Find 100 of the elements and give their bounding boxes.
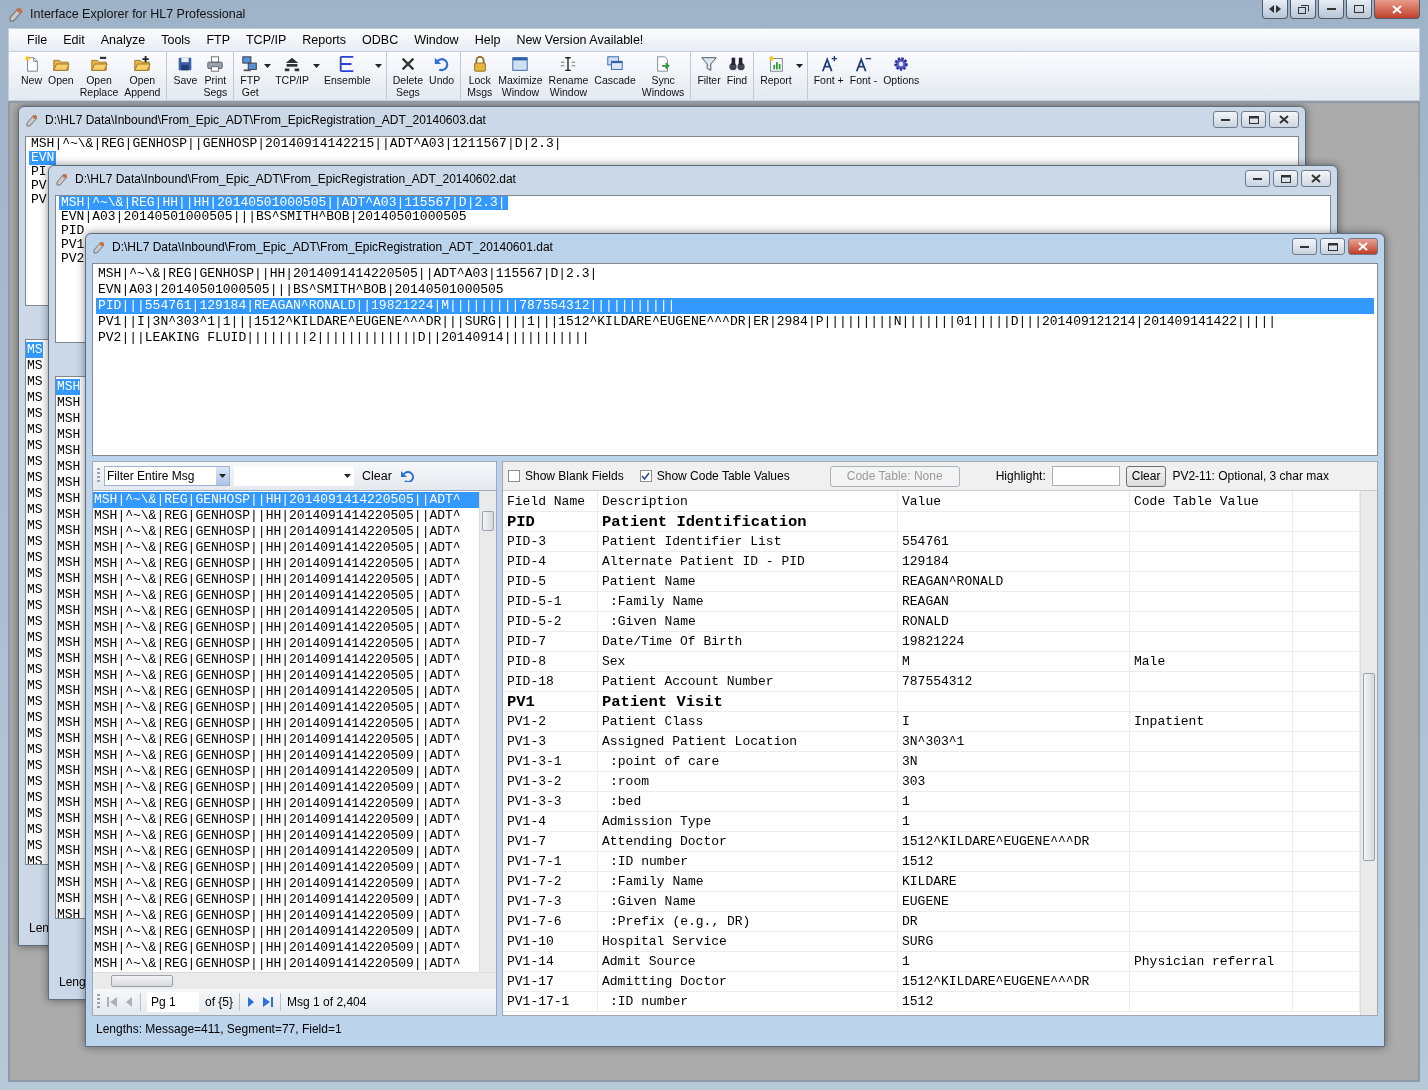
toolbar-button[interactable]: Font + [810, 54, 847, 87]
toolbar-button[interactable]: Undo [426, 54, 458, 87]
checkbox[interactable]: Show Code Table Values [639, 469, 790, 483]
menu-item[interactable]: Reports [294, 30, 355, 50]
toolbar-button[interactable]: Open [45, 54, 77, 87]
message-row[interactable]: MSH|^~\&|REG|GENHOSP||HH|2014091414220505||ADT^ [93, 636, 479, 652]
message-row[interactable]: MSH [56, 715, 81, 731]
toolbar-button[interactable]: Options [880, 54, 923, 87]
message-row[interactable]: MSH|^~\&|REG|GENHOSP||HH|2014091414220505||ADT^ [93, 572, 479, 588]
message-row[interactable]: MSH|^~\&|REG|GENHOSP||HH|2014091414220509||ADT^ [93, 764, 479, 780]
message-row[interactable]: MS [26, 470, 43, 486]
message-row[interactable]: MSH|^~\&|REG|GENHOSP||HH|2014091414220505||ADT^ [93, 508, 479, 524]
message-row[interactable]: MS [26, 790, 43, 806]
message-row[interactable]: MSH|^~\&|REG|GENHOSP||HH|2014091414220505||ADT^ [93, 684, 479, 700]
close-button[interactable] [1374, 0, 1420, 19]
toolbar-button[interactable]: New [18, 54, 45, 87]
message-row[interactable]: MSH [56, 875, 81, 891]
message-row[interactable]: MS [26, 726, 43, 742]
toolbar-button[interactable]: Maximize Window [495, 54, 546, 99]
segment-line[interactable]: PV [29, 179, 49, 193]
message-row[interactable]: MSH|^~\&|REG|GENHOSP||HH|2014091414220509||ADT^ [93, 844, 479, 860]
menu-item[interactable]: FTP [198, 30, 238, 50]
segment-line[interactable]: PV2 [59, 252, 87, 266]
message-row[interactable]: MS [26, 422, 43, 438]
toolbar-button[interactable]: Save [170, 54, 201, 87]
clear-button[interactable]: Clear [1125, 465, 1167, 487]
segment-line[interactable]: PV2|||LEAKING FLUID||||||||2|||||||||||||D||20140914||||||||||| [96, 330, 1374, 346]
message-row[interactable]: MSH|^~\&|REG|GENHOSP||HH|2014091414220509||ADT^ [93, 748, 479, 764]
menu-item[interactable]: New Version Available! [508, 30, 652, 50]
message-row[interactable]: MSH|^~\&|REG|GENHOSP||HH|2014091414220509||ADT^ [93, 860, 479, 876]
minimize-button[interactable] [1318, 0, 1344, 19]
switch-button[interactable] [1262, 0, 1288, 19]
menu-item[interactable]: Tools [153, 30, 199, 50]
minimize-button[interactable] [1213, 111, 1238, 128]
message-row[interactable]: MSH [56, 763, 81, 779]
segment-line[interactable]: PI [29, 165, 49, 179]
undo-icon[interactable] [399, 470, 414, 482]
message-row[interactable]: MS [26, 710, 43, 726]
toolbar-button[interactable]: FTP Get [237, 54, 273, 99]
close-button[interactable] [1348, 238, 1378, 255]
last-page-icon[interactable] [262, 996, 275, 1008]
message-row[interactable]: MSH [56, 587, 81, 603]
segment-line[interactable]: PID [59, 224, 87, 238]
maximize-button[interactable] [1320, 238, 1345, 255]
message-row[interactable]: MSH [56, 859, 81, 875]
message-row[interactable]: MSH [56, 827, 81, 843]
menu-item[interactable]: ODBC [354, 30, 407, 50]
message-row[interactable]: MSH|^~\&|REG|GENHOSP||HH|2014091414220509||ADT^ [93, 940, 479, 956]
segment-line[interactable]: MSH|^~\&|REG|GENHOSP||HH|2014091414220505||ADT^A03|115567|D|2.3| [96, 266, 1374, 282]
message-row[interactable]: MS [26, 390, 43, 406]
message-row[interactable]: MSH [56, 571, 81, 587]
page-field[interactable]: Pg 1 [147, 992, 199, 1012]
message-row[interactable]: MS [26, 614, 43, 630]
message-row[interactable]: MSH [56, 603, 81, 619]
message-row[interactable]: MS [26, 694, 43, 710]
message-row[interactable]: MSH|^~\&|REG|GENHOSP||HH|2014091414220505||ADT^ [93, 604, 479, 620]
segment-line[interactable]: MSH|^~\&|REG|GENHOSP||GENHOSP|20140914142215||ADT^A03|1211567|D|2.3| [29, 137, 564, 151]
message-row[interactable]: MS [26, 742, 43, 758]
message-row[interactable]: MSH [56, 699, 81, 715]
message-row[interactable]: MSH|^~\&|REG|GENHOSP||HH|2014091414220509||ADT^ [93, 876, 479, 892]
message-row[interactable]: MS [26, 838, 43, 854]
segment-line[interactable]: EVN|A03|20140501000505|||BS^SMITH^BOB|20140501000505 [96, 282, 1374, 298]
message-row[interactable]: MS [26, 358, 43, 374]
message-row[interactable]: MS [26, 758, 43, 774]
message-row[interactable]: MSH|^~\&|REG|GENHOSP||HH|2014091414220505||ADT^ [93, 668, 479, 684]
highlight-field[interactable] [1051, 466, 1120, 486]
message-row[interactable]: MSH|^~\&|REG|GENHOSP||HH|2014091414220505||ADT^ [93, 732, 479, 748]
toolbar-button[interactable]: Open Append [121, 54, 164, 99]
toolbar-button[interactable]: Ensemble [321, 54, 383, 87]
toolbar-button[interactable]: TCP/IP [272, 54, 321, 87]
message-row[interactable]: MSH|^~\&|REG|GENHOSP||HH|2014091414220509||ADT^ [93, 828, 479, 844]
menu-item[interactable]: Edit [55, 30, 93, 50]
maximize-button[interactable] [1346, 0, 1372, 19]
toolbar-button[interactable]: Rename Window [545, 54, 592, 99]
message-row[interactable]: MSH|^~\&|REG|GENHOSP||HH|2014091414220505||ADT^ [93, 556, 479, 572]
message-row[interactable]: MS [26, 406, 43, 422]
message-row[interactable]: MSH|^~\&|REG|GENHOSP||HH|2014091414220505||ADT^ [93, 540, 479, 556]
message-row[interactable]: MS [26, 662, 43, 678]
message-row[interactable]: MS [26, 534, 43, 550]
message-row[interactable]: MSH|^~\&|REG|GENHOSP||HH|2014091414220509||ADT^ [93, 908, 479, 924]
message-row[interactable]: MSH [56, 779, 81, 795]
message-row[interactable]: MSH [56, 795, 81, 811]
clear-button[interactable]: Clear [358, 467, 396, 485]
toolbar-button[interactable]: Lock Msgs [464, 54, 496, 99]
message-row[interactable]: MSH|^~\&|REG|GENHOSP||HH|2014091414220509||ADT^ [93, 924, 479, 940]
message-row[interactable]: MSH [56, 907, 81, 918]
message-row[interactable]: MSH [56, 811, 81, 827]
menu-item[interactable]: TCP/IP [238, 30, 295, 50]
message-row[interactable]: MSH|^~\&|REG|GENHOSP||HH|2014091414220505||ADT^ [93, 524, 479, 540]
message-row[interactable]: MSH|^~\&|REG|GENHOSP||HH|2014091414220505||ADT^ [93, 716, 479, 732]
message-row[interactable]: MSH [56, 491, 81, 507]
message-row[interactable]: MSH|^~\&|REG|GENHOSP||HH|2014091414220509||ADT^ [93, 796, 479, 812]
message-row[interactable]: MS [26, 806, 43, 822]
toolbar-button[interactable]: Find [723, 54, 751, 87]
menu-item[interactable]: File [19, 30, 56, 50]
message-row[interactable]: MSH|^~\&|REG|GENHOSP||HH|2014091414220505||ADT^ [93, 700, 479, 716]
message-row[interactable]: MS [26, 630, 43, 646]
menu-item[interactable]: Help [466, 30, 509, 50]
message-row[interactable]: MSH [56, 395, 81, 411]
message-row[interactable]: MSH [56, 507, 81, 523]
